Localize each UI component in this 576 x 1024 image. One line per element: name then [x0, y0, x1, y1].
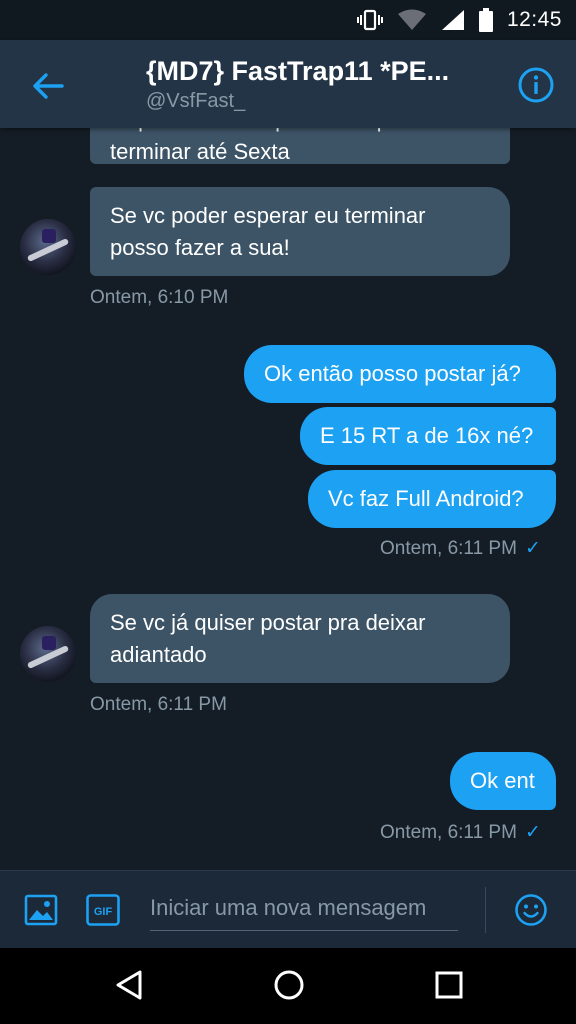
status-bar: 12:45	[0, 0, 576, 40]
nav-home-icon	[274, 970, 304, 1000]
nav-back-button[interactable]	[112, 968, 146, 1002]
read-check-icon: ✓	[524, 538, 541, 559]
message-text: posso fazer a sua!	[110, 235, 290, 260]
emoji-button[interactable]	[514, 893, 548, 927]
message-timestamp: Ontem, 6:10 PM	[90, 287, 229, 308]
wifi-icon	[397, 9, 427, 31]
conversation-header: {MD7} FastTrap11 *PE... @VsfFast_	[0, 40, 576, 128]
contact-handle: @VsfFast_	[146, 90, 246, 112]
nav-back-icon	[116, 970, 142, 1000]
page-title: {MD7} FastTrap11 *PE...	[146, 56, 450, 86]
info-button[interactable]	[516, 65, 556, 105]
message-input[interactable]	[150, 885, 458, 931]
nav-home-button[interactable]	[272, 968, 306, 1002]
message-bubble-outgoing[interactable]: Ok então posso postar já?	[244, 345, 556, 403]
message-text: Ok ent	[470, 768, 535, 793]
message-bubble-outgoing[interactable]: Vc faz Full Android?	[308, 470, 556, 528]
message-bubble-outgoing[interactable]: Ok ent	[450, 752, 556, 810]
message-text: Ok então posso postar já?	[264, 361, 521, 386]
message-composer: GIF	[0, 870, 576, 948]
message-bubble-outgoing[interactable]: E 15 RT a de 16x né?	[300, 407, 556, 465]
read-check-icon: ✓	[524, 822, 541, 843]
nav-recents-button[interactable]	[432, 968, 466, 1002]
vibrate-icon	[356, 9, 383, 31]
message-text: terminar até Sexta	[110, 139, 290, 164]
message-text: E 15 RT a de 16x né?	[320, 423, 534, 448]
message-text: Vc faz Full Android?	[328, 486, 524, 511]
nav-recents-icon	[435, 971, 463, 999]
message-bubble-incoming[interactable]: Se vc poder esperar eu terminar posso fa…	[90, 187, 510, 276]
back-button[interactable]	[28, 66, 68, 106]
image-button[interactable]	[24, 893, 58, 927]
status-time: 12:45	[506, 8, 562, 31]
message-list[interactable]: E q estou com 4 pedidos e pretendo termi…	[0, 128, 576, 870]
message-bubble-incoming[interactable]: E q estou com 4 pedidos e pretendo termi…	[90, 128, 510, 164]
info-icon	[518, 67, 554, 103]
avatar[interactable]	[20, 626, 76, 682]
arrow-left-icon	[33, 73, 64, 99]
smiley-icon	[515, 894, 547, 926]
message-text: E q estou com 4 pedidos e pretendo	[110, 128, 490, 136]
message-timestamp: Ontem, 6:11 PM ✓	[380, 538, 541, 559]
message-timestamp: Ontem, 6:11 PM	[90, 694, 227, 715]
contact-info[interactable]: {MD7} FastTrap11 *PE... @VsfFast_	[146, 56, 476, 113]
gif-button[interactable]: GIF	[86, 894, 120, 926]
message-text: adiantado	[110, 642, 207, 667]
battery-icon	[478, 8, 493, 32]
gif-icon: GIF	[86, 894, 120, 926]
message-bubble-incoming[interactable]: Se vc já quiser postar pra deixar adiant…	[90, 594, 510, 683]
message-text: Se vc já quiser postar pra deixar	[110, 610, 426, 635]
image-icon	[24, 894, 58, 926]
composer-divider	[485, 887, 486, 933]
gif-label: GIF	[94, 906, 113, 918]
navigation-bar	[0, 948, 576, 1024]
avatar[interactable]	[20, 219, 76, 275]
message-text: Se vc poder esperar eu terminar	[110, 203, 426, 228]
signal-icon	[441, 9, 465, 31]
message-timestamp: Ontem, 6:11 PM ✓	[380, 822, 541, 843]
